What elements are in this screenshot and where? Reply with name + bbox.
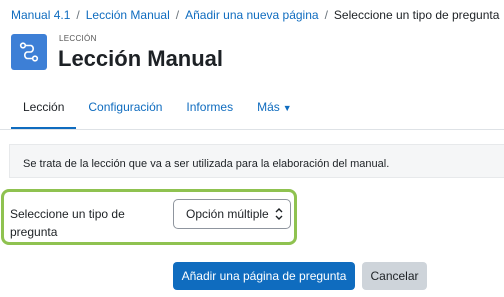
button-label: Añadir una página de pregunta — [181, 269, 347, 283]
tabs-divider — [0, 129, 504, 130]
add-question-page-button[interactable]: Añadir una página de pregunta — [173, 262, 355, 290]
breadcrumb-link-lesson[interactable]: Lección Manual — [86, 8, 170, 22]
select-arrows-icon — [275, 208, 283, 220]
tab-label: Más — [257, 100, 280, 114]
description-text: Se trata de la lección que va a ser util… — [23, 158, 390, 170]
question-type-label: Seleccione un tipo de pregunta — [10, 207, 125, 239]
lesson-flow-icon — [19, 42, 39, 62]
breadcrumb-separator: / — [76, 8, 80, 22]
secondary-navigation: Lección Configuración Informes Más ▼ — [11, 96, 304, 129]
breadcrumb: Manual 4.1 / Lección Manual / Añadir una nue… — [11, 8, 499, 22]
breadcrumb-link-course[interactable]: Manual 4.1 — [11, 8, 70, 22]
tab-mas[interactable]: Más ▼ — [245, 96, 304, 129]
page-title: Lección Manual — [58, 46, 224, 71]
chevron-down-icon: ▼ — [282, 103, 292, 113]
tab-configuracion[interactable]: Configuración — [76, 96, 174, 129]
tab-informes[interactable]: Informes — [174, 96, 245, 129]
breadcrumb-separator: / — [324, 8, 328, 22]
breadcrumb-link-add-page[interactable]: Añadir una nueva página — [185, 8, 318, 22]
breadcrumb-current: Seleccione un tipo de pregunta — [333, 8, 500, 22]
module-type-label: LECCIÓN — [59, 34, 97, 43]
lesson-description: Se trata de la lección que va a ser util… — [9, 144, 504, 178]
select-value: Opción múltiple — [186, 207, 269, 221]
lesson-icon — [11, 34, 47, 70]
tab-label: Configuración — [88, 100, 163, 114]
tab-label: Lección — [23, 100, 65, 114]
question-type-select[interactable]: Opción múltiple — [173, 199, 291, 229]
tab-leccion[interactable]: Lección — [11, 96, 77, 129]
tab-label: Informes — [186, 100, 234, 114]
cancel-button[interactable]: Cancelar — [362, 262, 427, 290]
breadcrumb-separator: / — [175, 8, 180, 22]
button-label: Cancelar — [370, 269, 419, 283]
